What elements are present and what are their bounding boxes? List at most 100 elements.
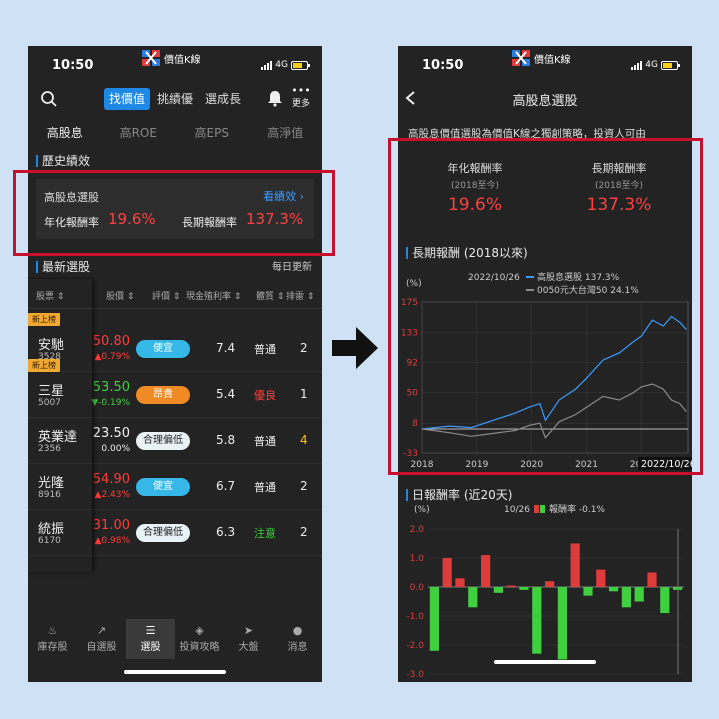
app-logo-icon	[142, 50, 160, 66]
more-dots-icon: •••	[291, 84, 311, 97]
health-grade: 注意	[254, 527, 276, 540]
history-section-heading: 歷史績效	[36, 152, 90, 169]
nav-news[interactable]: ● 消息	[273, 619, 322, 659]
stock-price: 31.00	[92, 518, 130, 533]
cash-yield: 7.4	[216, 341, 236, 355]
subtab-high-dividend[interactable]: 高股息	[28, 120, 102, 146]
nav-watchlist-label: 自選股	[86, 642, 117, 653]
status-bar: 10:50 價值K線 4G	[28, 46, 322, 82]
battery-icon	[661, 60, 680, 70]
rating-pill[interactable]: 合理偏低	[136, 432, 190, 450]
y-tick-label: -2.0	[406, 641, 424, 651]
bar	[468, 587, 478, 608]
table-row[interactable]: 光隆 8916 54.90 ▲2.43% 便宜 6.7 普通 2	[28, 464, 322, 510]
bar	[583, 587, 593, 596]
legend-entry: 報酬率 -0.1%	[549, 503, 605, 515]
status-time: 10:50	[422, 58, 464, 73]
subtab-high-eps[interactable]: 高EPS	[175, 120, 249, 146]
nav-strategy-label: 投資攻略	[179, 642, 220, 653]
col-stock[interactable]: 股票 ⇕	[36, 289, 64, 302]
bar	[429, 587, 439, 651]
col-health[interactable]: 體質 ⇕	[256, 289, 284, 302]
nav-holdings-label: 庫存股	[37, 642, 68, 653]
table-row[interactable]: 新上榜 安馳 3528 50.80 ▲0.79% 便宜 7.4 普通 2	[28, 313, 322, 372]
app-logo: 價值K線	[142, 50, 201, 66]
table-row[interactable]: 統振 6170 31.00 ▲0.98% 合理偏低 6.3 注意 2	[28, 510, 322, 556]
tab-find-value[interactable]: 找價值	[104, 88, 151, 110]
rating-pill[interactable]: 便宜	[136, 340, 190, 358]
price-change: ▲2.43%	[94, 490, 130, 500]
more-button[interactable]: ••• 更多	[290, 84, 312, 109]
table-row[interactable]: 英業達 2356 23.50 0.00% 合理偏低 5.8 普通 4	[28, 418, 322, 464]
col-yield-label: 現金殖利率	[186, 292, 232, 302]
daily-return-title: 日報酬率 (近20天)	[412, 488, 513, 502]
bar	[647, 572, 657, 587]
tab-pick-growth[interactable]: 選成長	[200, 88, 246, 110]
bar	[455, 578, 465, 587]
page-title: 高股息選股	[512, 94, 578, 109]
nav-screener[interactable]: ☰ 選股	[126, 619, 175, 659]
col-rating[interactable]: 評價 ⇕	[152, 289, 180, 302]
chat-bubble-icon: ●	[292, 624, 303, 637]
app-name: 價值K線	[164, 54, 201, 66]
stock-name[interactable]: 英業達	[38, 426, 77, 445]
legend-swatch-down	[540, 505, 545, 513]
health-grade: 優良	[254, 389, 276, 402]
rating-pill[interactable]: 昂貴	[136, 386, 190, 404]
stock-price: 50.80	[92, 334, 130, 349]
bar	[493, 587, 503, 593]
subtab-high-nav[interactable]: 高淨值	[249, 120, 323, 146]
bar	[519, 587, 529, 590]
bar	[506, 585, 516, 587]
nav-holdings[interactable]: ♨ 庫存股	[28, 619, 77, 659]
bar	[442, 558, 452, 587]
subtab-high-roe[interactable]: 高ROE	[102, 120, 176, 146]
stock-code: 5007	[38, 398, 61, 408]
rating-pill[interactable]: 合理偏低	[136, 524, 190, 542]
app-name: 價值K線	[534, 54, 571, 66]
cash-yield: 5.4	[216, 387, 236, 401]
price-change: 0.00%	[101, 444, 130, 454]
nav-watchlist[interactable]: ↗ 自選股	[77, 619, 126, 659]
new-listing-badge: 新上榜	[28, 359, 60, 372]
col-price[interactable]: 股價 ⇕	[106, 289, 134, 302]
status-time: 10:50	[52, 58, 94, 73]
stock-name[interactable]: 三星	[38, 380, 64, 399]
battery-icon	[291, 60, 310, 70]
app-logo-icon	[512, 50, 530, 66]
history-section-title: 歷史績效	[42, 154, 91, 168]
y-tick-label: 2.0	[410, 525, 425, 535]
daily-update-label: 每日更新	[272, 262, 312, 273]
col-yield[interactable]: 現金殖利率 ⇕	[186, 289, 241, 302]
table-row[interactable]: 新上榜 三星 5007 53.50 ▼-0.19% 昂貴 5.4 優良 1	[28, 359, 322, 418]
stock-name[interactable]: 安馳	[38, 334, 64, 353]
more-label: 更多	[291, 99, 310, 109]
col-rating-label: 評價	[152, 292, 171, 302]
home-indicator	[494, 660, 596, 664]
stock-code: 8916	[38, 490, 61, 500]
bell-icon[interactable]	[266, 89, 284, 107]
col-mine[interactable]: 排雷 ⇕	[286, 289, 314, 302]
bar	[596, 569, 606, 587]
stock-name[interactable]: 光隆	[38, 472, 64, 491]
arrow-right-icon	[332, 327, 378, 369]
nav-market[interactable]: ➤ 大盤	[224, 619, 273, 659]
signal-bars-icon	[261, 60, 273, 70]
bar	[634, 587, 644, 602]
signal-indicator: 4G	[631, 60, 680, 70]
stock-name[interactable]: 統振	[38, 518, 64, 537]
daily-return-heading: 日報酬率 (近20天)	[406, 486, 512, 503]
tab-pick-quality[interactable]: 挑績優	[152, 88, 198, 110]
search-icon[interactable]	[40, 90, 58, 108]
left-phone-screen: 10:50 價值K線 4G 找價值 挑績優 選成長 ••• 更多 高股息 高RO…	[28, 46, 322, 682]
rating-pill[interactable]: 便宜	[136, 478, 190, 496]
nav-strategy[interactable]: ◈ 投資攻略	[175, 619, 224, 659]
mine-score: 2	[300, 341, 308, 355]
sub-tabs: 高股息 高ROE 高EPS 高淨值	[28, 120, 322, 146]
layers-icon: ◈	[195, 624, 204, 637]
piggy-bank-icon: ♨	[47, 624, 58, 637]
price-change: ▲0.98%	[94, 536, 130, 546]
bar	[545, 581, 555, 587]
y-unit-label: (%)	[414, 505, 430, 515]
app-logo: 價值K線	[512, 50, 571, 66]
